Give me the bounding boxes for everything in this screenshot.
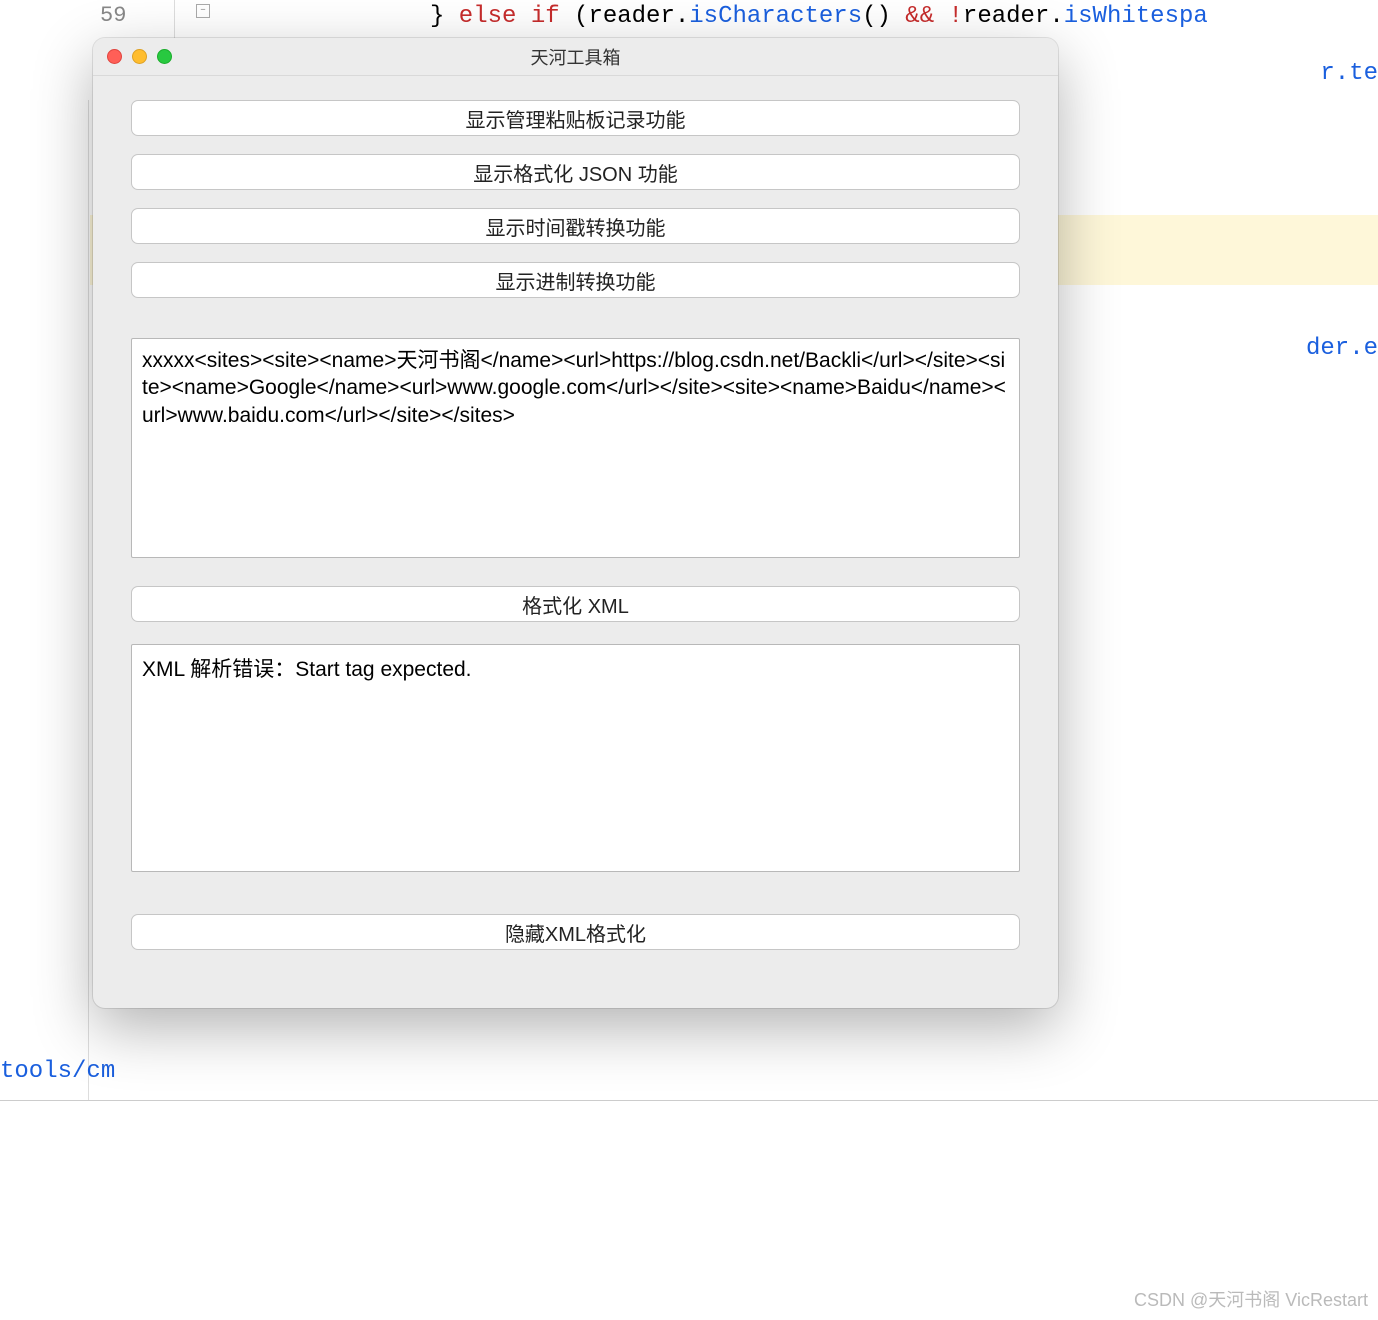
bottom-path-text: tools/cm: [0, 1058, 115, 1085]
format-xml-button[interactable]: 格式化 XML: [131, 586, 1020, 622]
code-fragment-right1: r.te: [1320, 60, 1378, 87]
code-fragment-right2: der.e: [1306, 335, 1378, 362]
show-radix-button[interactable]: 显示进制转换功能: [131, 262, 1020, 298]
dialog-body: 显示管理粘贴板记录功能 显示格式化 JSON 功能 显示时间戳转换功能 显示进制…: [93, 76, 1058, 1008]
maximize-icon[interactable]: [157, 49, 172, 64]
show-timestamp-button[interactable]: 显示时间戳转换功能: [131, 208, 1020, 244]
dialog-title: 天河工具箱: [531, 44, 621, 70]
editor-divider: [88, 100, 89, 1100]
traffic-lights: [107, 49, 172, 64]
minimize-icon[interactable]: [132, 49, 147, 64]
hide-xml-format-button[interactable]: 隐藏XML格式化: [131, 914, 1020, 950]
dialog-titlebar[interactable]: 天河工具箱: [93, 38, 1058, 76]
show-json-format-button[interactable]: 显示格式化 JSON 功能: [131, 154, 1020, 190]
line-number: 59: [100, 3, 126, 28]
xml-output-box[interactable]: XML 解析错误：Start tag expected.: [131, 644, 1020, 872]
show-clipboard-button[interactable]: 显示管理粘贴板记录功能: [131, 100, 1020, 136]
close-icon[interactable]: [107, 49, 122, 64]
code-line: } else if (reader.isCharacters() && !rea…: [430, 3, 1208, 30]
fold-indicator-icon[interactable]: –: [196, 4, 210, 18]
watermark-text: CSDN @天河书阁 VicRestart: [1134, 1286, 1368, 1312]
toolbox-dialog: 天河工具箱 显示管理粘贴板记录功能 显示格式化 JSON 功能 显示时间戳转换功…: [93, 38, 1058, 1008]
xml-input-textarea[interactable]: [131, 338, 1020, 558]
